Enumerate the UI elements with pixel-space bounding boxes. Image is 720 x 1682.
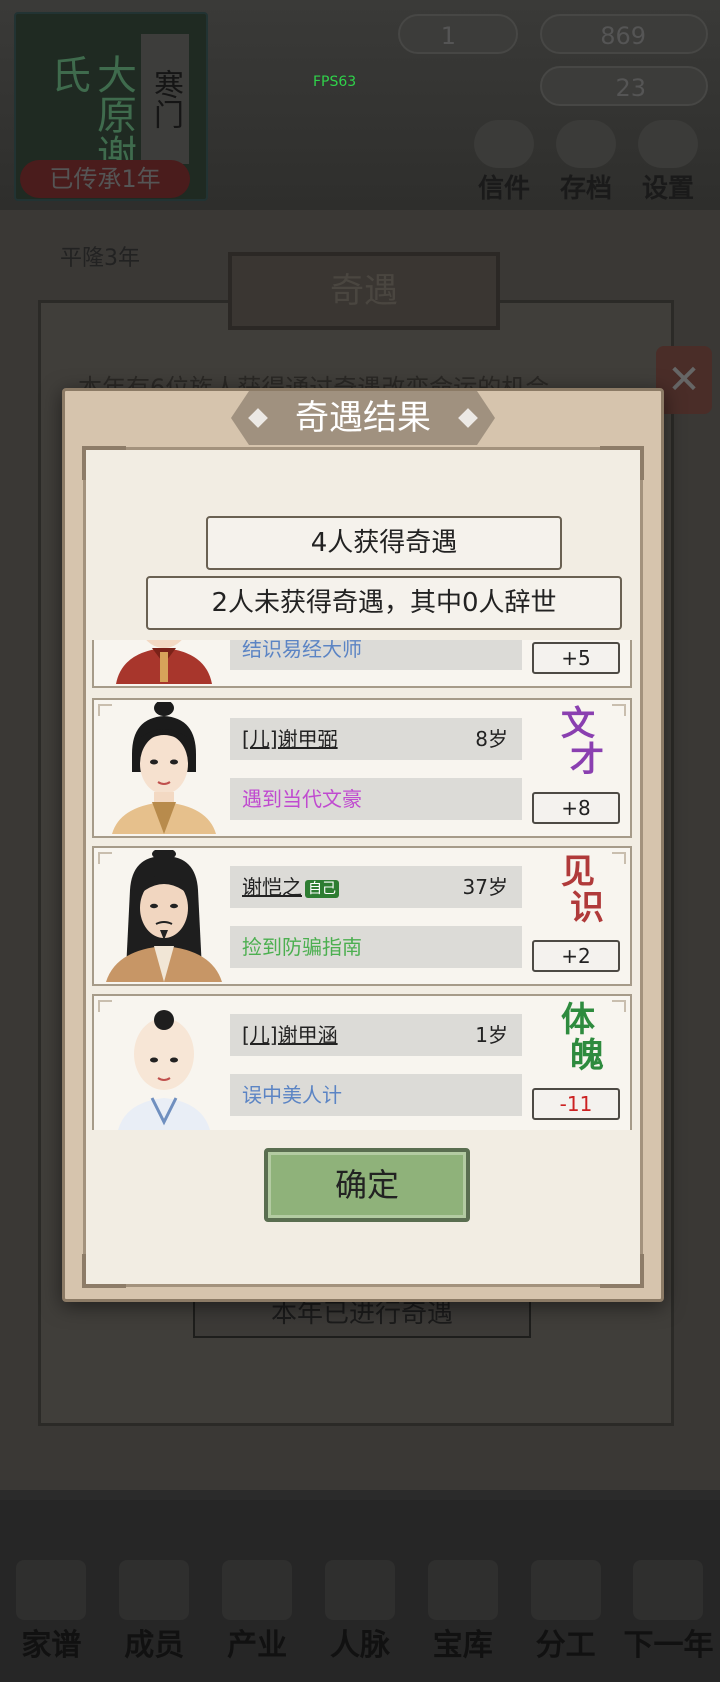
attr-delta: +8 bbox=[532, 792, 620, 824]
nav-next-year[interactable]: 下一年 bbox=[622, 1560, 714, 1670]
member-age: 37岁 bbox=[462, 875, 508, 899]
nav-treasury[interactable]: 宝库 bbox=[417, 1560, 509, 1670]
gold-counter[interactable]: 23 bbox=[540, 66, 708, 106]
member-name-row[interactable]: 谢恺之 自己 37岁 bbox=[230, 866, 522, 908]
summary-gained: 4人获得奇遇 bbox=[206, 516, 562, 570]
gem-value: 869 bbox=[600, 22, 646, 50]
event-panel-title: 奇遇 bbox=[228, 252, 500, 330]
family-rank: 寒门 bbox=[141, 34, 189, 164]
summary-missed: 2人未获得奇遇，其中0人辞世 bbox=[146, 576, 622, 630]
division-icon bbox=[530, 1560, 601, 1620]
attr-insight-icon: 见 识 bbox=[561, 852, 604, 928]
members-icon bbox=[119, 1560, 190, 1620]
result-card: [儿]谢甲弼 8岁 遇到当代文豪 文 才 +8 bbox=[92, 698, 632, 838]
coin-value: 1 bbox=[440, 22, 456, 50]
next-year-icon bbox=[633, 1560, 704, 1620]
save-button[interactable]: 存档 bbox=[550, 120, 622, 204]
frame-corner bbox=[82, 446, 126, 480]
year-label: 平隆3年 bbox=[60, 246, 140, 271]
member-name[interactable]: 谢恺之 bbox=[242, 875, 302, 899]
nav-division[interactable]: 分工 bbox=[520, 1560, 612, 1670]
event-text: 结识易经大师 bbox=[230, 640, 522, 670]
frame-corner bbox=[82, 1254, 126, 1288]
result-card: [儿]谢甲涵 1岁 误中美人计 体 魄 -11 bbox=[92, 994, 632, 1130]
save-icon bbox=[556, 120, 616, 168]
letters-button[interactable]: 信件 bbox=[468, 120, 540, 204]
attr-delta: -11 bbox=[532, 1088, 620, 1120]
frame-corner bbox=[600, 446, 644, 480]
attr-physique-icon: 体 魄 bbox=[561, 1000, 604, 1076]
treasury-icon bbox=[427, 1560, 498, 1620]
fps-counter: FPS63 bbox=[313, 74, 357, 90]
close-button[interactable]: ✕ bbox=[656, 346, 712, 414]
encounter-result-dialog: 奇遇结果 4人获得奇遇 2人未获得奇遇，其中0人辞世 结识易经大师 +5 [儿]… bbox=[62, 388, 664, 1302]
inheritance-badge: 已传承1年 bbox=[20, 160, 190, 198]
avatar bbox=[116, 640, 212, 684]
result-card: 谢恺之 自己 37岁 捡到防骗指南 见 识 +2 bbox=[92, 846, 632, 986]
member-name-row[interactable]: [儿]谢甲涵 1岁 bbox=[230, 1014, 522, 1056]
coin-counter[interactable]: 1 bbox=[398, 14, 518, 54]
settings-icon bbox=[638, 120, 698, 168]
member-name[interactable]: [儿]谢甲弼 bbox=[242, 727, 338, 751]
self-badge: 自己 bbox=[305, 879, 339, 898]
avatar bbox=[118, 1010, 210, 1130]
nav-members[interactable]: 成员 bbox=[108, 1560, 200, 1670]
avatar bbox=[106, 850, 222, 982]
member-name-row[interactable]: [儿]谢甲弼 8岁 bbox=[230, 718, 522, 760]
bottom-nav: 家谱 成员 产业 人脉 宝库 分工 下一年 bbox=[0, 1560, 720, 1670]
nav-industry[interactable]: 产业 bbox=[211, 1560, 303, 1670]
frame-corner bbox=[600, 1254, 644, 1288]
network-icon bbox=[324, 1560, 395, 1620]
member-age: 8岁 bbox=[475, 727, 508, 751]
member-name[interactable]: [儿]谢甲涵 bbox=[242, 1023, 338, 1047]
avatar bbox=[112, 702, 216, 834]
gem-counter[interactable]: 869 bbox=[540, 14, 708, 54]
confirm-button[interactable]: 确定 bbox=[264, 1148, 470, 1222]
gold-value: 23 bbox=[615, 74, 646, 102]
nav-network[interactable]: 人脉 bbox=[314, 1560, 406, 1670]
close-icon: ✕ bbox=[667, 357, 701, 403]
result-card: 结识易经大师 +5 bbox=[92, 640, 632, 688]
dialog-content: 4人获得奇遇 2人未获得奇遇，其中0人辞世 结识易经大师 +5 [儿]谢甲弼 8… bbox=[82, 446, 644, 1288]
letter-icon bbox=[474, 120, 534, 168]
attr-delta: +2 bbox=[532, 940, 620, 972]
industry-icon bbox=[222, 1560, 293, 1620]
family-tree-icon bbox=[16, 1560, 87, 1620]
event-text: 误中美人计 bbox=[230, 1074, 522, 1116]
member-age: 1岁 bbox=[475, 1023, 508, 1047]
attr-talent-icon: 文 才 bbox=[561, 704, 604, 780]
dialog-title: 奇遇结果 bbox=[231, 391, 495, 445]
event-text: 遇到当代文豪 bbox=[230, 778, 522, 820]
event-text: 捡到防骗指南 bbox=[230, 926, 522, 968]
attr-delta: +5 bbox=[532, 642, 620, 674]
settings-button[interactable]: 设置 bbox=[632, 120, 704, 204]
nav-family-tree[interactable]: 家谱 bbox=[5, 1560, 97, 1670]
result-list[interactable]: 结识易经大师 +5 [儿]谢甲弼 8岁 遇到当代文豪 文 才 +8 谢恺之 自己… bbox=[92, 640, 634, 1130]
